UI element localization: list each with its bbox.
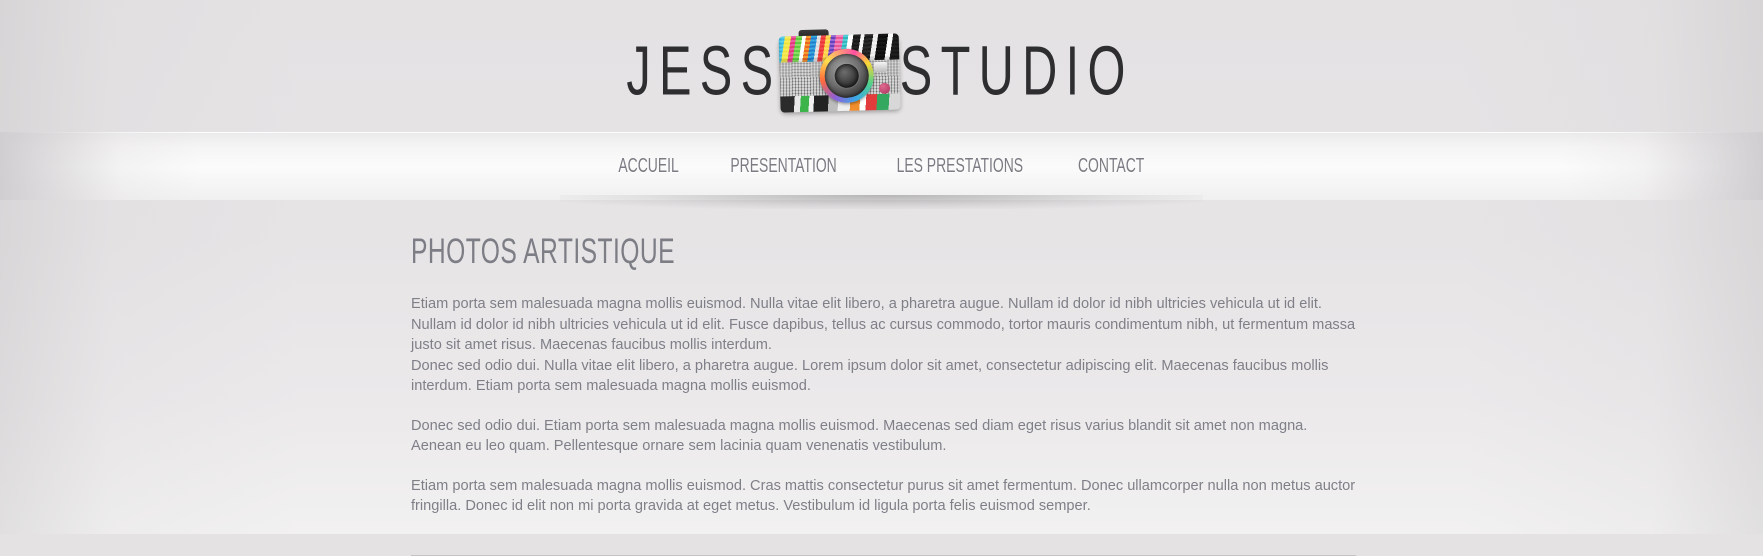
nav-left-shade [0,132,200,200]
content-paragraph: Etiam porta sem malesuada magna mollis e… [411,296,1356,353]
nav-right-shade [1563,132,1763,200]
page-title: PHOTOS ARTISTIQUE [411,232,675,271]
nav-item-contact[interactable]: CONTACT [1072,149,1151,182]
nav-item-presentation[interactable]: PRESENTATION [724,149,843,182]
site-logo[interactable]: JESS STUDIO [619,26,1144,116]
nav-item-les-prestations[interactable]: LES PRESTATIONS [890,149,1030,182]
vintage-camera-icon [774,23,904,118]
logo-text-left: JESS [625,32,781,110]
main-content: PHOTOS ARTISTIQUE Etiam porta sem malesu… [411,232,1356,556]
logo-text-right: STUDIO [899,32,1134,110]
content-paragraph: Donec sed odio dui. Nulla vitae elit lib… [411,357,1329,395]
site-masthead: JESS STUDIO [0,0,1763,132]
nav-list: ACCUEIL PRESENTATION LES PRESTATIONS CON… [603,132,1160,200]
content-paragraph: Donec sed odio dui. Etiam porta sem male… [411,417,1308,455]
main-navigation: ACCUEIL PRESENTATION LES PRESTATIONS CON… [0,132,1763,209]
content-divider [411,554,1356,556]
page-root: JESS STUDIO ACCUEIL PRESENTATION LES PRE… [0,0,1763,556]
nav-item-accueil[interactable]: ACCUEIL [611,149,685,182]
content-paragraph: Etiam porta sem malesuada magna mollis e… [411,477,1356,515]
